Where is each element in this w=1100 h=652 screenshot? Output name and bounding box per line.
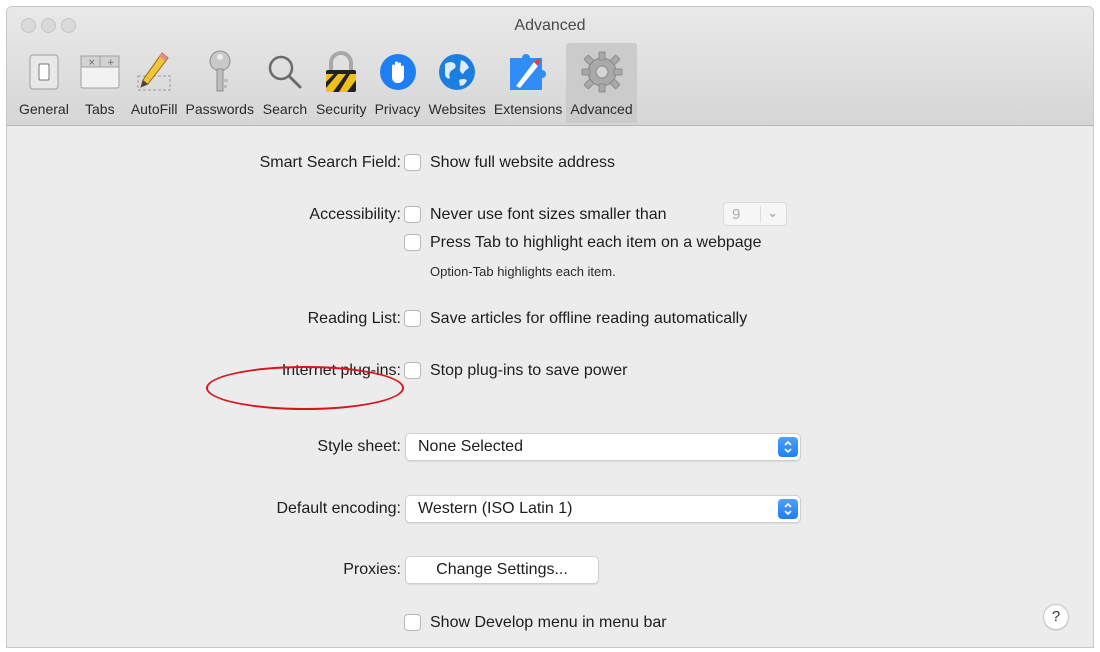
reading-list-label: Reading List: bbox=[307, 310, 401, 327]
search-icon bbox=[262, 49, 308, 95]
chevron-down-icon: ⌄ bbox=[767, 205, 778, 220]
stop-plugins-checkbox[interactable] bbox=[404, 362, 421, 379]
tab-label: Tabs bbox=[85, 101, 115, 117]
show-full-address-checkbox[interactable] bbox=[404, 154, 421, 171]
general-switch-icon bbox=[21, 49, 67, 95]
popup-stepper-icon bbox=[778, 499, 798, 519]
plugins-label: Internet plug-ins: bbox=[281, 362, 401, 379]
press-tab-text[interactable]: Press Tab to highlight each item on a we… bbox=[430, 234, 761, 252]
tab-privacy[interactable]: Privacy bbox=[371, 43, 425, 123]
title-bar: Advanced General × + Tabs AutoFill Passw… bbox=[7, 7, 1093, 126]
tab-label: Extensions bbox=[493, 101, 563, 117]
tab-tabs[interactable]: × + Tabs bbox=[73, 43, 127, 123]
row-reading-list: Reading List: Save articles for offline … bbox=[7, 306, 1093, 332]
tab-label: General bbox=[19, 101, 69, 117]
stop-plugins-text[interactable]: Stop plug-ins to save power bbox=[430, 362, 627, 380]
preferences-window: Advanced General × + Tabs AutoFill Passw… bbox=[6, 6, 1094, 648]
tab-passwords[interactable]: Passwords bbox=[182, 43, 258, 123]
tab-general[interactable]: General bbox=[15, 43, 73, 123]
row-smart-search: Smart Search Field: Show full website ad… bbox=[7, 150, 1093, 176]
tab-websites[interactable]: Websites bbox=[425, 43, 490, 123]
smart-search-label: Smart Search Field: bbox=[259, 154, 401, 171]
hand-icon bbox=[375, 49, 421, 95]
style-sheet-value: None Selected bbox=[418, 438, 523, 455]
svg-text:+: + bbox=[107, 58, 115, 68]
window-title: Advanced bbox=[514, 17, 586, 34]
min-font-size-select[interactable]: 9 ⌄ bbox=[723, 202, 787, 226]
popup-stepper-icon bbox=[778, 437, 798, 457]
change-settings-button[interactable]: Change Settings... bbox=[405, 556, 599, 584]
option-tab-hint: Option-Tab highlights each item. bbox=[430, 264, 616, 279]
font-size-value: 9 bbox=[732, 206, 741, 223]
preferences-toolbar: General × + Tabs AutoFill Passwords Sear… bbox=[15, 43, 637, 123]
globe-icon bbox=[434, 49, 480, 95]
row-style-sheet: Style sheet: None Selected bbox=[7, 433, 1093, 463]
row-proxies: Proxies: Change Settings... bbox=[7, 556, 1093, 586]
row-plugins: Internet plug-ins: Stop plug-ins to save… bbox=[7, 358, 1093, 384]
show-full-address-text[interactable]: Show full website address bbox=[430, 154, 615, 172]
select-separator bbox=[760, 206, 761, 223]
advanced-settings-panel: Smart Search Field: Show full website ad… bbox=[7, 126, 1093, 647]
proxies-label: Proxies: bbox=[343, 561, 401, 578]
tabs-icon: × + bbox=[77, 49, 123, 95]
row-develop: Show Develop menu in menu bar bbox=[7, 610, 1093, 636]
tab-label: Security bbox=[315, 101, 367, 117]
develop-menu-text[interactable]: Show Develop menu in menu bar bbox=[430, 614, 667, 632]
row-default-encoding: Default encoding: Western (ISO Latin 1) bbox=[7, 495, 1093, 525]
style-sheet-popup[interactable]: None Selected bbox=[405, 433, 801, 461]
default-encoding-value: Western (ISO Latin 1) bbox=[418, 500, 573, 517]
develop-menu-checkbox[interactable] bbox=[404, 614, 421, 631]
default-encoding-popup[interactable]: Western (ISO Latin 1) bbox=[405, 495, 801, 523]
tab-label: Websites bbox=[428, 101, 486, 117]
help-button[interactable]: ? bbox=[1043, 604, 1069, 630]
press-tab-checkbox[interactable] bbox=[404, 234, 421, 251]
tab-autofill[interactable]: AutoFill bbox=[127, 43, 182, 123]
tab-label: AutoFill bbox=[130, 101, 178, 117]
tab-advanced[interactable]: Advanced bbox=[566, 43, 637, 123]
style-sheet-label: Style sheet: bbox=[317, 438, 401, 455]
lock-icon bbox=[318, 49, 364, 95]
tab-label: Privacy bbox=[374, 101, 421, 117]
tab-label: Search bbox=[262, 101, 308, 117]
accessibility-label: Accessibility: bbox=[309, 206, 401, 223]
puzzle-compass-icon bbox=[505, 49, 551, 95]
offline-reading-checkbox[interactable] bbox=[404, 310, 421, 327]
pencil-icon bbox=[131, 49, 177, 95]
key-icon bbox=[197, 49, 243, 95]
tab-extensions[interactable]: Extensions bbox=[490, 43, 566, 123]
row-accessibility: Accessibility: Never use font sizes smal… bbox=[7, 202, 1093, 228]
svg-text:×: × bbox=[88, 58, 96, 68]
min-font-size-text[interactable]: Never use font sizes smaller than bbox=[430, 206, 667, 224]
tab-label: Advanced bbox=[570, 101, 633, 117]
gear-icon bbox=[579, 49, 625, 95]
row-press-tab: Press Tab to highlight each item on a we… bbox=[7, 230, 1093, 256]
min-font-size-checkbox[interactable] bbox=[404, 206, 421, 223]
tab-label: Passwords bbox=[185, 101, 254, 117]
tab-search[interactable]: Search bbox=[258, 43, 312, 123]
tab-security[interactable]: Security bbox=[312, 43, 371, 123]
offline-reading-text[interactable]: Save articles for offline reading automa… bbox=[430, 310, 747, 328]
default-encoding-label: Default encoding: bbox=[276, 500, 401, 517]
